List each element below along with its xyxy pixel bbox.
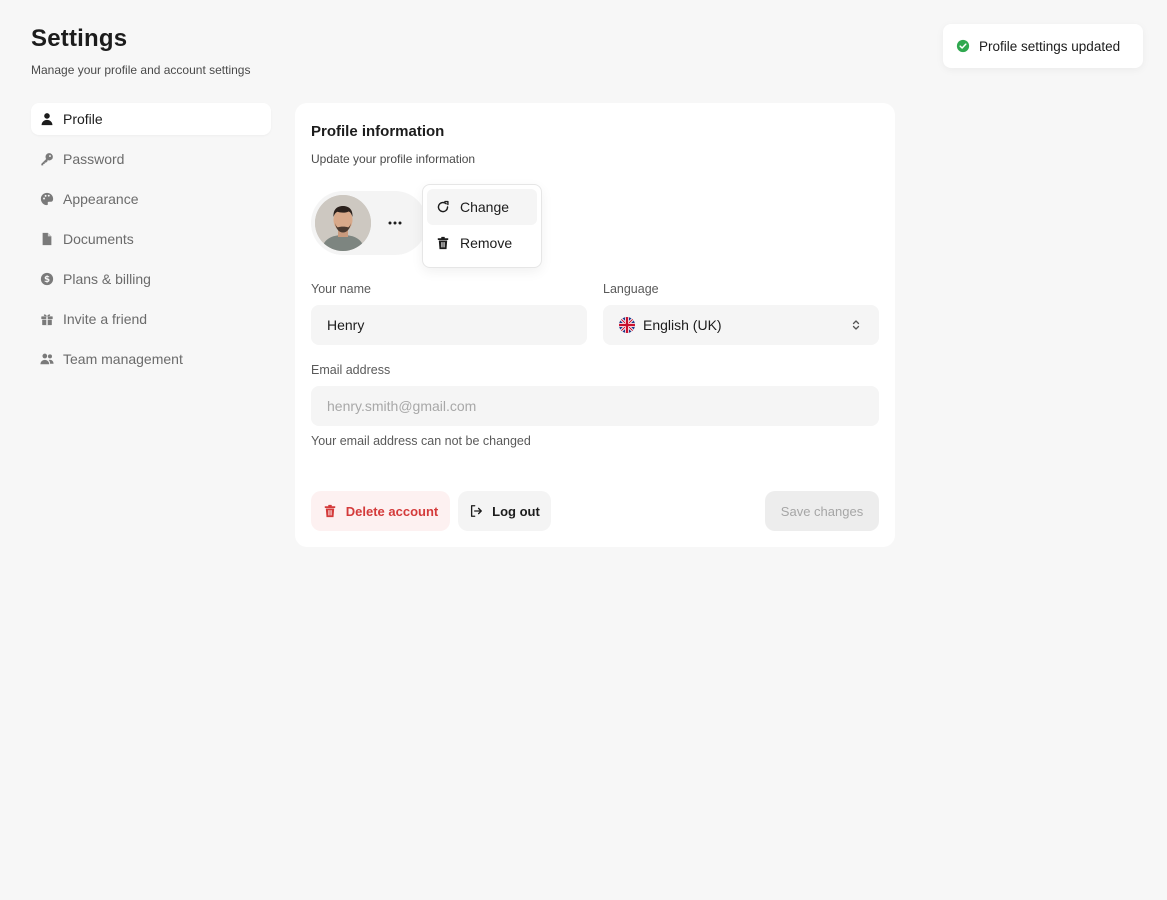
sidebar-item-invite-friend[interactable]: Invite a friend <box>31 303 271 335</box>
sidebar-item-documents[interactable]: Documents <box>31 223 271 255</box>
avatar-dropdown-menu: Change Remove <box>422 184 542 268</box>
avatar[interactable] <box>315 195 371 251</box>
logout-icon <box>469 504 483 518</box>
page-subtitle: Manage your profile and account settings <box>31 63 251 77</box>
email-input[interactable]: henry.smith@gmail.com <box>311 386 879 426</box>
log-out-label: Log out <box>492 503 540 519</box>
name-input[interactable]: Henry <box>311 305 587 345</box>
trash-icon <box>436 236 450 250</box>
page-title: Settings <box>31 25 128 52</box>
name-label: Your name <box>311 282 371 296</box>
success-toast: Profile settings updated <box>943 24 1143 68</box>
trash-icon <box>323 504 337 518</box>
card-title: Profile information <box>311 123 445 140</box>
sidebar-item-team-management[interactable]: Team management <box>31 343 271 375</box>
profile-information-card: Profile information Update your profile … <box>295 103 895 547</box>
delete-account-button[interactable]: Delete account <box>311 491 450 531</box>
avatar-group <box>311 191 427 255</box>
change-avatar-menu-item[interactable]: Change <box>427 189 537 225</box>
sidebar-item-label: Plans & billing <box>63 271 151 287</box>
sidebar-item-profile[interactable]: Profile <box>31 103 271 135</box>
remove-avatar-menu-item[interactable]: Remove <box>427 225 537 261</box>
delete-account-label: Delete account <box>345 503 439 519</box>
more-horizontal-icon <box>388 221 402 225</box>
sidebar-item-plans-billing[interactable]: $ Plans & billing <box>31 263 271 295</box>
log-out-button[interactable]: Log out <box>458 491 551 531</box>
user-icon <box>40 112 54 126</box>
file-icon <box>40 232 54 246</box>
avatar-menu-button[interactable] <box>381 211 409 235</box>
refresh-icon <box>436 200 450 214</box>
uk-flag-icon <box>619 317 635 333</box>
email-helper-text: Your email address can not be changed <box>311 434 531 448</box>
menu-item-label: Remove <box>460 235 513 251</box>
dollar-circle-icon: $ <box>40 272 54 286</box>
language-label: Language <box>603 282 659 296</box>
save-changes-button[interactable]: Save changes <box>765 491 879 531</box>
key-icon <box>40 152 54 166</box>
chevron-up-down-icon <box>852 320 860 330</box>
email-label: Email address <box>311 363 391 377</box>
sidebar-item-label: Invite a friend <box>63 311 148 327</box>
check-circle-icon <box>956 39 970 53</box>
sidebar-item-label: Appearance <box>63 191 139 207</box>
svg-text:$: $ <box>44 275 50 285</box>
gift-icon <box>40 312 54 326</box>
language-value: English (UK) <box>643 317 722 333</box>
menu-item-label: Change <box>460 199 510 215</box>
sidebar-item-label: Password <box>63 151 125 167</box>
sidebar-item-label: Team management <box>63 351 183 367</box>
palette-icon <box>40 192 54 206</box>
users-icon <box>40 352 54 366</box>
toast-message: Profile settings updated <box>979 38 1121 54</box>
sidebar-item-password[interactable]: Password <box>31 143 271 175</box>
language-select[interactable]: English (UK) <box>603 305 879 345</box>
settings-sidebar: Profile Password Appearance Documents $ … <box>31 103 271 383</box>
sidebar-item-label: Documents <box>63 231 134 247</box>
sidebar-item-label: Profile <box>63 111 103 127</box>
sidebar-item-appearance[interactable]: Appearance <box>31 183 271 215</box>
card-subtitle: Update your profile information <box>311 152 476 166</box>
